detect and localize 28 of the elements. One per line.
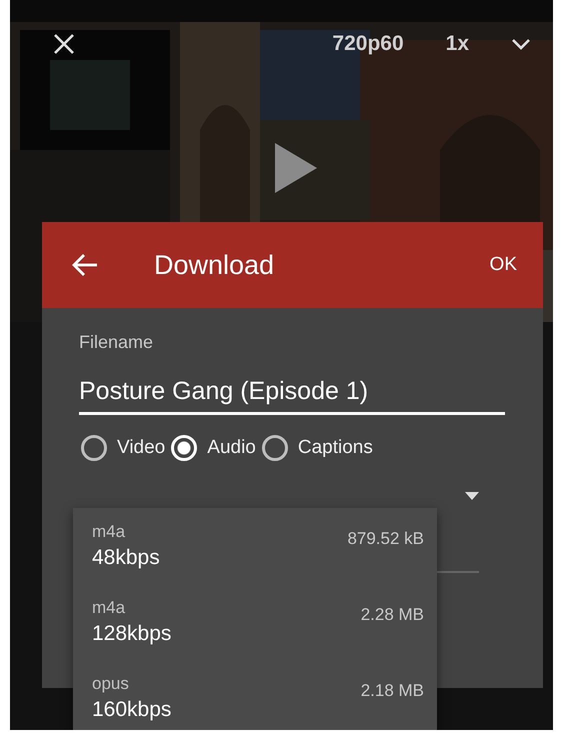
radio-icon[interactable] — [262, 435, 288, 461]
radio-option[interactable]: Video — [81, 435, 166, 461]
dropdown-arrow-icon[interactable] — [465, 492, 479, 500]
bitrate-text: 160kbps — [92, 698, 172, 722]
radio-option[interactable]: Captions — [262, 435, 373, 461]
chevron-down-icon[interactable] — [511, 38, 531, 50]
format-name: opus — [92, 674, 130, 694]
filename-field[interactable]: Posture Gang (Episode 1) — [79, 377, 505, 415]
file-size: 2.18 MB — [360, 681, 424, 701]
bitrate-text: 48kbps — [92, 546, 160, 570]
file-size: 879.52 kB — [347, 529, 424, 549]
ok-button[interactable]: OK — [486, 250, 521, 280]
format-option[interactable]: m4a 128kbps 2.28 MB — [73, 592, 437, 656]
play-icon[interactable] — [275, 143, 317, 193]
format-option[interactable]: m4a 48kbps 879.52 kB — [73, 516, 437, 580]
dialog-title: Download — [154, 250, 276, 280]
radio-option[interactable]: Audio — [171, 435, 256, 461]
format-name: m4a — [92, 522, 126, 542]
file-size: 2.28 MB — [360, 605, 424, 625]
field-label: Filename — [79, 332, 154, 353]
speed-button[interactable]: 1x — [446, 32, 469, 56]
format-option[interactable]: opus 160kbps 2.18 MB — [73, 668, 437, 730]
quality-button[interactable]: 720p60 — [332, 32, 404, 56]
back-arrow-icon[interactable] — [72, 253, 98, 277]
format-name: m4a — [92, 598, 126, 618]
close-icon[interactable] — [53, 33, 75, 55]
bitrate-text: 128kbps — [92, 622, 172, 646]
radio-icon[interactable] — [81, 435, 107, 461]
